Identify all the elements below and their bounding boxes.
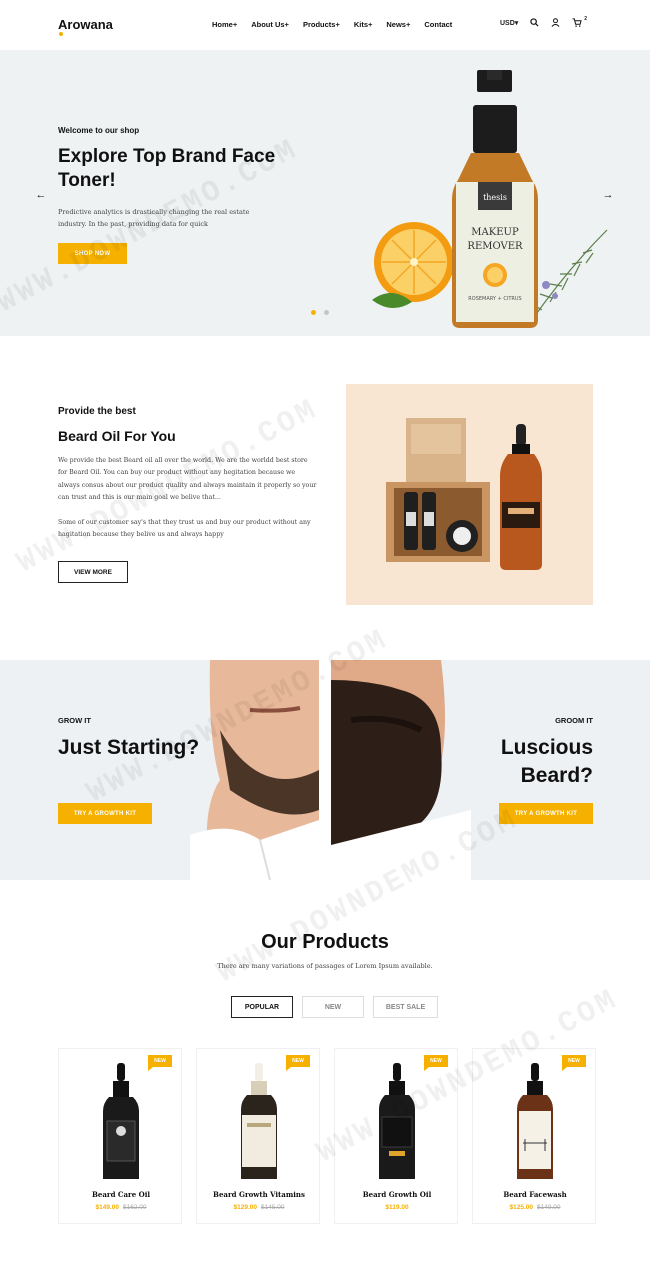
price-old: $149.00 (537, 1204, 561, 1211)
site-header: Arowana Home+ About Us+ Products+ Kits+ … (0, 0, 650, 50)
cart-icon[interactable] (572, 18, 582, 27)
price-old: $162.00 (123, 1204, 147, 1211)
banner-left-title: Just Starting? (58, 736, 200, 759)
nav-item-products[interactable]: Products+ (303, 20, 340, 29)
cart-count-badge: 2 (584, 15, 588, 22)
logo-dot (59, 32, 63, 36)
hero-title: Explore Top Brand Face Toner! (58, 146, 276, 191)
header-tools: USD▾ 2 (500, 15, 597, 27)
nav-item-news[interactable]: News+ (386, 20, 410, 29)
main-nav: Home+ About Us+ Products+ Kits+ News+ Co… (212, 20, 452, 29)
product-card[interactable]: NEW Beard Growth Vitamins $129.00 $145.00 (196, 1048, 320, 1224)
product-card[interactable]: NEW Beard Care Oil $149.00 $162.00 (58, 1048, 182, 1224)
slider-dot-1[interactable] (311, 310, 316, 315)
product-name[interactable]: Beard Facewash (473, 1190, 597, 1199)
product-name[interactable]: Beard Growth Oil (335, 1190, 459, 1199)
hero-slider: Welcome to our shop Explore Top Brand Fa… (0, 50, 650, 336)
hero-description: Predictive analytics is drastically chan… (58, 208, 250, 228)
view-more-button[interactable]: VIEW MORE (58, 561, 128, 583)
bottle-brand-text: thesis (483, 193, 507, 202)
product-card[interactable]: NEW Beard Facewash $125.00 $149.00 (472, 1048, 596, 1224)
chevron-down-icon: ▾ (514, 19, 519, 27)
banner-right-title: Luscious Beard? (500, 736, 593, 787)
beard-growth-oil-image (379, 1063, 415, 1179)
user-icon[interactable] (551, 18, 560, 27)
price-current: $125.00 (509, 1204, 534, 1211)
banner-left-eyebrow: GROW IT (58, 716, 91, 725)
tab-new[interactable]: NEW (302, 996, 364, 1018)
price-current: $149.00 (95, 1204, 120, 1211)
price-old: $145.00 (261, 1204, 285, 1211)
try-growth-kit-button-left[interactable]: TRY A GROWTH KIT (58, 803, 152, 824)
new-badge: NEW (562, 1055, 586, 1071)
product-price: $125.00 $149.00 (473, 1204, 597, 1211)
beard-facewash-image (517, 1063, 553, 1179)
banner-right-eyebrow: GROOM IT (555, 716, 593, 725)
tab-best-sale[interactable]: BEST SALE (373, 996, 438, 1018)
brand-name: Arowana (58, 17, 113, 32)
search-icon[interactable] (530, 18, 539, 27)
about-title: Beard Oil For You (58, 428, 176, 444)
product-name[interactable]: Beard Care Oil (59, 1190, 183, 1199)
product-card[interactable]: NEW Beard Growth Oil $119.00 (334, 1048, 458, 1224)
nav-item-kits[interactable]: Kits+ (354, 20, 373, 29)
bottle-label-line-3: ROSEMARY + CITRUS (468, 296, 521, 302)
try-growth-kit-button-right[interactable]: TRY A GROWTH KIT (499, 803, 593, 824)
product-name[interactable]: Beard Growth Vitamins (197, 1190, 321, 1199)
nav-item-home[interactable]: Home+ (212, 20, 237, 29)
currency-label: USD (500, 19, 515, 27)
about-eyebrow: Provide the best (58, 406, 136, 417)
product-price: $119.00 (335, 1204, 459, 1211)
slider-dots (311, 310, 329, 315)
slider-dot-2[interactable] (324, 310, 329, 315)
arrow-left-icon[interactable]: ← (31, 185, 51, 205)
price-current: $129.00 (233, 1204, 258, 1211)
hero-product-image: thesis MAKEUP REMOVER ROSEMARY + CITRUS (372, 70, 608, 328)
beard-oil-kit-image (346, 384, 593, 605)
products-title: Our Products (261, 931, 389, 953)
banner-grow-it: GROW IT Just Starting? TRY A GROWTH KIT (0, 660, 319, 880)
about-paragraph-1: We provide the best Beard oil all over t… (58, 457, 317, 501)
new-badge: NEW (424, 1055, 448, 1071)
brand-logo[interactable]: Arowana (58, 17, 113, 36)
product-price: $149.00 $162.00 (59, 1204, 183, 1211)
nav-item-about[interactable]: About Us+ (251, 20, 289, 29)
banner-groom-it: GROOM IT Luscious Beard? TRY A GROWTH KI… (331, 660, 650, 880)
bottle-label-line-2: REMOVER (467, 241, 523, 252)
hero-eyebrow: Welcome to our shop (58, 126, 140, 135)
tab-popular[interactable]: POPULAR (231, 996, 293, 1018)
price-current: $119.00 (385, 1204, 409, 1211)
new-badge: NEW (286, 1055, 310, 1071)
product-tabs: POPULAR NEW BEST SALE (231, 996, 438, 1018)
product-price: $129.00 $145.00 (197, 1204, 321, 1211)
shop-now-button[interactable]: SHOP NOW (58, 243, 127, 264)
beard-care-oil-image (103, 1063, 139, 1179)
beard-growth-vitamins-image (241, 1063, 277, 1179)
new-badge: NEW (148, 1055, 172, 1071)
product-grid: NEW Beard Care Oil $149.00 $162.00 NEW Be… (58, 1048, 596, 1224)
bottle-label-line-1: MAKEUP (471, 227, 519, 238)
products-subtitle: There are many variations of passages of… (217, 962, 433, 970)
nav-item-contact[interactable]: Contact (424, 20, 452, 29)
currency-selector[interactable]: USD▾ (500, 19, 518, 27)
short-beard-face-image (190, 660, 319, 880)
about-paragraph-2: Some of our customer say's that they tru… (58, 519, 311, 539)
